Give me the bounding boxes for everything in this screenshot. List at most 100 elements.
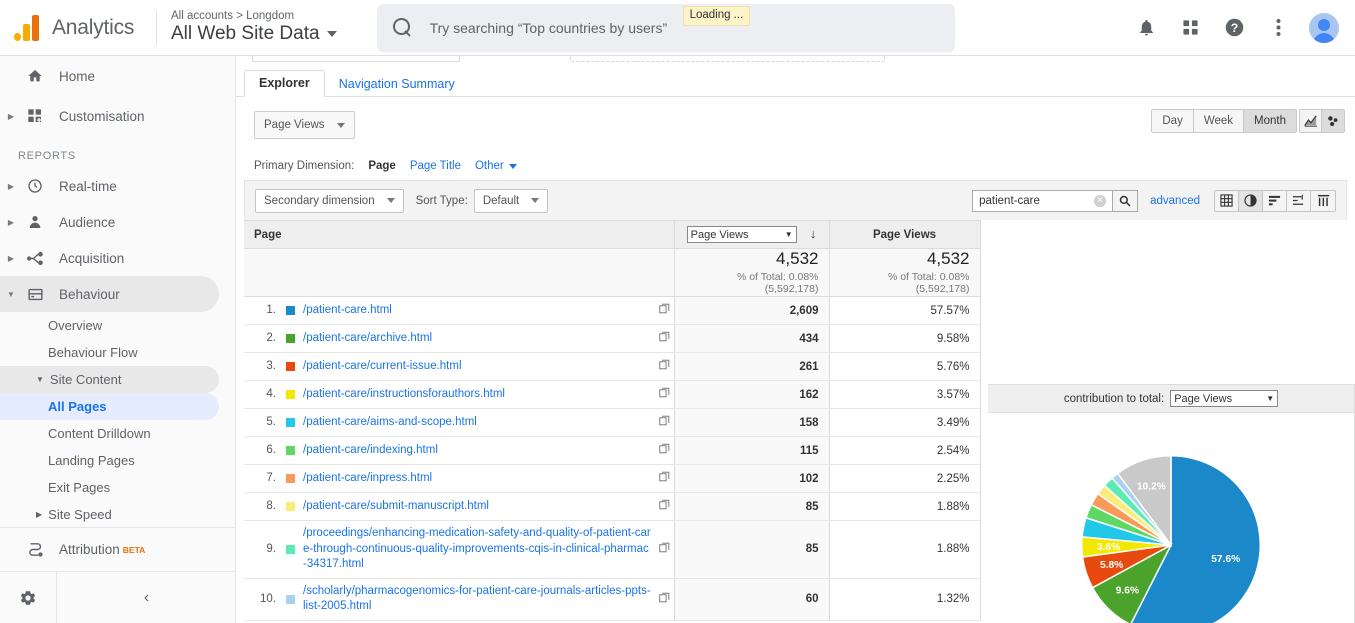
pivot-view-icon[interactable] bbox=[1311, 190, 1335, 211]
row-page-link[interactable]: /patient-care/current-issue.html bbox=[303, 359, 462, 375]
segment-chip-partial[interactable] bbox=[252, 56, 460, 62]
tab-navigation-summary[interactable]: Navigation Summary bbox=[325, 72, 469, 98]
expand-arrow-icon[interactable]: ▶ bbox=[0, 112, 22, 121]
open-in-new-window-icon[interactable] bbox=[653, 415, 670, 429]
row-page-link[interactable]: /patient-care/indexing.html bbox=[303, 443, 438, 459]
sidebar-item-overview[interactable]: Overview bbox=[0, 312, 219, 339]
table-row[interactable]: 8. /patient-care/submit-manuscript.html 85… bbox=[244, 492, 981, 521]
table-row[interactable]: 4. /patient-care/instructionsforauthors.h… bbox=[244, 380, 981, 409]
open-in-new-window-icon[interactable] bbox=[653, 303, 670, 317]
help-icon[interactable]: ? bbox=[1221, 15, 1247, 41]
sort-type-select[interactable]: Default bbox=[473, 188, 549, 213]
primary-dimension-page-title[interactable]: Page Title bbox=[410, 160, 461, 172]
search-input[interactable]: Try searching “Top countries by users” bbox=[430, 20, 668, 36]
row-page-link[interactable]: /proceedings/enhancing-medication-safety… bbox=[303, 526, 653, 573]
gear-icon[interactable] bbox=[0, 589, 56, 607]
pie-view-icon[interactable] bbox=[1239, 190, 1263, 211]
table-view-icon[interactable] bbox=[1215, 190, 1239, 211]
secondary-dimension-label: Secondary dimension bbox=[264, 194, 375, 207]
row-page-link[interactable]: /patient-care/archive.html bbox=[303, 331, 432, 347]
add-segment-partial[interactable] bbox=[570, 56, 885, 62]
collapse-chevron-icon[interactable]: ‹ bbox=[57, 589, 235, 607]
table-row[interactable]: 6. /patient-care/indexing.html 115 2.54% bbox=[244, 436, 981, 465]
pie-metric-select[interactable]: Page Views ▼ bbox=[1170, 390, 1279, 407]
open-in-new-window-icon[interactable] bbox=[653, 592, 670, 606]
expand-arrow-icon[interactable]: ▶ bbox=[36, 510, 42, 519]
row-page-link[interactable]: /patient-care.html bbox=[303, 303, 392, 319]
table-row[interactable]: 5. /patient-care/aims-and-scope.html 158 3.… bbox=[244, 408, 981, 437]
granularity-day[interactable]: Day bbox=[1152, 110, 1194, 132]
sidebar-item-attribution[interactable]: Attribution BETA bbox=[0, 527, 235, 571]
sidebar-item-content-drilldown[interactable]: Content Drilldown bbox=[0, 420, 219, 447]
expand-arrow-icon[interactable]: ▶ bbox=[0, 254, 22, 263]
sidebar-item-real-time[interactable]: ▶ Real-time bbox=[0, 168, 219, 204]
open-in-new-window-icon[interactable] bbox=[653, 443, 670, 457]
sidebar-item-landing-pages[interactable]: Landing Pages bbox=[0, 447, 219, 474]
behaviour-icon bbox=[22, 286, 48, 303]
table-row[interactable]: 7. /patient-care/inpress.html 102 2.25% bbox=[244, 464, 981, 493]
more-options-icon[interactable] bbox=[1265, 15, 1291, 41]
column-header-page-views[interactable]: Page Views bbox=[829, 220, 981, 249]
secondary-dimension-button[interactable]: Secondary dimension bbox=[255, 188, 404, 213]
bubble-chart-icon[interactable] bbox=[1322, 110, 1344, 132]
sidebar-item-site-speed[interactable]: ▶ Site Speed bbox=[0, 501, 219, 528]
metric-column-select[interactable]: Page Views ▼ bbox=[686, 226, 797, 244]
table-row[interactable]: 2. /patient-care/archive.html 434 9.58% bbox=[244, 324, 981, 353]
table-row[interactable]: 1. /patient-care.html 2,609 57.57% bbox=[244, 296, 981, 325]
sidebar-item-customisation[interactable]: ▶ Customisation bbox=[0, 96, 219, 136]
account-selector[interactable]: All accounts > Longdom All Web Site Data bbox=[171, 10, 337, 45]
open-in-new-window-icon[interactable] bbox=[653, 387, 670, 401]
notifications-bell-icon[interactable] bbox=[1133, 15, 1159, 41]
collapse-arrow-icon[interactable]: ▼ bbox=[36, 375, 44, 384]
granularity-week[interactable]: Week bbox=[1193, 110, 1245, 132]
customisation-icon bbox=[22, 108, 48, 124]
open-in-new-window-icon[interactable] bbox=[653, 331, 670, 345]
line-chart-icon[interactable] bbox=[1300, 110, 1322, 132]
sidebar-item-home[interactable]: Home bbox=[0, 56, 219, 96]
sidebar-item-exit-pages[interactable]: Exit Pages bbox=[0, 474, 219, 501]
sidebar-item-all-pages[interactable]: All Pages bbox=[0, 393, 219, 420]
tab-explorer[interactable]: Explorer bbox=[244, 69, 325, 97]
brand-block[interactable]: Analytics bbox=[0, 14, 152, 41]
pie-slice-label: 5.8% bbox=[1100, 560, 1123, 571]
global-search[interactable]: Try searching “Top countries by users” L… bbox=[376, 3, 955, 52]
series-color-swatch bbox=[286, 445, 295, 455]
expand-arrow-icon[interactable]: ▶ bbox=[0, 218, 22, 227]
table-row[interactable]: 3. /patient-care/current-issue.html 261 5.7… bbox=[244, 352, 981, 381]
row-page-link[interactable]: /patient-care/aims-and-scope.html bbox=[303, 415, 477, 431]
open-in-new-window-icon[interactable] bbox=[653, 471, 670, 485]
open-in-new-window-icon[interactable] bbox=[653, 542, 670, 556]
primary-dimension-current[interactable]: Page bbox=[368, 160, 396, 172]
apps-grid-icon[interactable] bbox=[1177, 15, 1203, 41]
table-search-button[interactable] bbox=[1112, 189, 1139, 212]
sidebar-item-acquisition[interactable]: ▶ Acquisition bbox=[0, 240, 219, 276]
sidebar-item-behaviour[interactable]: ▼ Behaviour bbox=[0, 276, 219, 312]
primary-dimension-other[interactable]: Other bbox=[475, 160, 517, 172]
open-in-new-window-icon[interactable] bbox=[653, 359, 670, 373]
table-search-input[interactable]: patient-care ✕ bbox=[972, 189, 1113, 212]
metric-selector-button[interactable]: Page Views bbox=[254, 111, 355, 139]
advanced-filter-link[interactable]: advanced bbox=[1150, 195, 1200, 207]
sidebar-item-audience[interactable]: ▶ Audience bbox=[0, 204, 219, 240]
open-in-new-window-icon[interactable] bbox=[653, 499, 670, 513]
expand-arrow-icon[interactable]: ▶ bbox=[0, 182, 22, 191]
avatar[interactable] bbox=[1309, 12, 1339, 43]
row-page-link[interactable]: /patient-care/submit-manuscript.html bbox=[303, 499, 489, 515]
sidebar-item-site-content[interactable]: ▼ Site Content bbox=[0, 366, 219, 393]
sidebar-item-behaviour-flow[interactable]: Behaviour Flow bbox=[0, 339, 219, 366]
granularity-month[interactable]: Month bbox=[1244, 110, 1296, 132]
sort-descending-icon[interactable]: ↓ bbox=[810, 226, 817, 241]
row-page-link[interactable]: /patient-care/inpress.html bbox=[303, 471, 432, 487]
search-icon bbox=[392, 18, 412, 37]
pie-chart[interactable]: 57.6% 9.6% 5.8% 3.6% 10.2% bbox=[1078, 452, 1264, 623]
table-row[interactable]: 10. /scholarly/pharmacogenomics-for-patie… bbox=[244, 578, 981, 621]
clear-icon[interactable]: ✕ bbox=[1094, 194, 1107, 207]
property-name[interactable]: All Web Site Data bbox=[171, 23, 337, 45]
comparison-view-icon[interactable] bbox=[1287, 190, 1311, 211]
collapse-arrow-icon[interactable]: ▼ bbox=[0, 290, 22, 299]
table-row[interactable]: 9. /proceedings/enhancing-medication-safe… bbox=[244, 520, 981, 579]
row-page-link[interactable]: /scholarly/pharmacogenomics-for-patient-… bbox=[303, 584, 653, 615]
column-header-page[interactable]: Page bbox=[244, 220, 675, 249]
row-page-link[interactable]: /patient-care/instructionsforauthors.htm… bbox=[303, 387, 505, 403]
bar-view-icon[interactable] bbox=[1263, 190, 1287, 211]
